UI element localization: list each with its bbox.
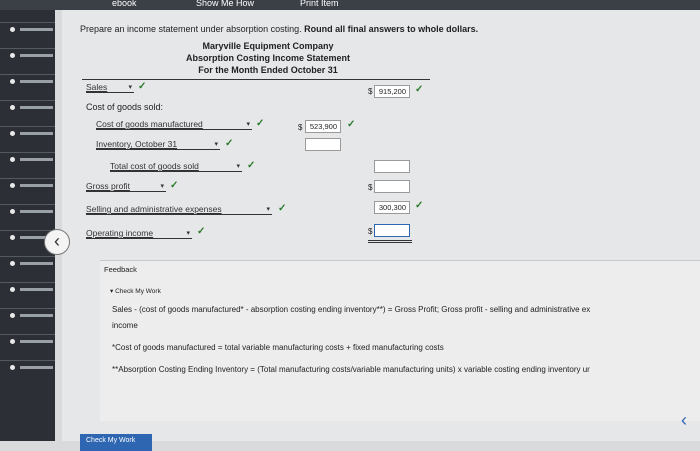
nav-item[interactable] <box>0 74 55 89</box>
inventory-amount-input[interactable] <box>305 138 341 151</box>
sales-amount-input[interactable]: 915,200 <box>374 85 410 98</box>
sales-dropdown[interactable]: Sales ▾ <box>86 82 134 93</box>
dropdown-arrow-icon: ▾ <box>236 163 240 170</box>
question-content: Prepare an income statement under absorp… <box>62 10 700 451</box>
dropdown-arrow-icon: ▾ <box>246 121 250 128</box>
dot-icon <box>10 183 15 188</box>
checkmark-icon: ✓ <box>415 200 424 211</box>
feedback-title: Feedback <box>104 265 137 274</box>
dropdown-arrow-icon: ▾ <box>128 84 132 91</box>
checkmark-icon: ✓ <box>197 226 206 237</box>
selling-admin-dropdown[interactable]: Selling and administrative expenses ▾ <box>86 204 272 215</box>
checkmark-icon: ✓ <box>347 119 356 130</box>
dot-icon <box>10 235 15 240</box>
checkmark-icon: ✓ <box>170 180 179 191</box>
dot-icon <box>10 79 15 84</box>
header-divider <box>82 79 430 80</box>
dot-icon <box>10 365 15 370</box>
check-my-work-button[interactable]: Check My Work <box>80 434 152 451</box>
dot-icon <box>10 27 15 32</box>
feedback-line-3: **Absorption Costing Ending Inventory = … <box>112 365 590 374</box>
checkmark-icon: ✓ <box>225 138 234 149</box>
nav-item[interactable] <box>0 256 55 271</box>
nav-item[interactable] <box>0 48 55 63</box>
nav-item[interactable] <box>0 126 55 141</box>
print-item-button[interactable]: Print Item <box>300 0 339 8</box>
nav-item[interactable] <box>0 360 55 375</box>
statement-title: Absorption Costing Income Statement <box>185 53 350 63</box>
nav-item[interactable] <box>0 22 55 37</box>
checkmark-icon: ✓ <box>415 84 424 95</box>
operating-income-amount-input[interactable] <box>374 224 410 237</box>
question-nav-sidebar <box>0 10 55 441</box>
total-cogs-dropdown[interactable]: Total cost of goods sold ▾ <box>110 161 242 172</box>
feedback-line-1: Sales - (cost of goods manufactured* - a… <box>112 305 591 314</box>
nav-item[interactable] <box>0 334 55 349</box>
dot-icon <box>10 313 15 318</box>
inventory-dropdown[interactable]: Inventory, October 31 ▾ <box>96 139 220 150</box>
dot-icon <box>10 157 15 162</box>
checkmark-icon: ✓ <box>278 203 287 214</box>
instructions: Prepare an income statement under absorp… <box>80 24 479 34</box>
nav-item[interactable] <box>0 100 55 115</box>
nav-item[interactable] <box>0 204 55 219</box>
checkmark-icon: ✓ <box>247 160 256 171</box>
statement-period: For the Month Ended October 31 <box>198 65 338 75</box>
nav-item[interactable] <box>0 308 55 323</box>
nav-item[interactable] <box>0 282 55 297</box>
ebook-tab[interactable]: ebook <box>112 0 137 8</box>
dot-icon <box>10 105 15 110</box>
nav-item[interactable] <box>0 152 55 167</box>
show-me-how-button[interactable]: Show Me How <box>196 0 254 8</box>
dot-icon <box>10 261 15 266</box>
feedback-line-1b: income <box>112 321 138 330</box>
cogm-dropdown[interactable]: Cost of goods manufactured ▾ <box>96 119 252 130</box>
checkmark-icon: ✓ <box>256 118 265 129</box>
gross-profit-amount-input[interactable] <box>374 180 410 193</box>
selling-admin-amount-input[interactable]: 300,300 <box>374 201 410 214</box>
cogm-amount-input[interactable]: 523,900 <box>305 120 341 133</box>
chevron-right-icon[interactable]: ‹ <box>681 410 687 431</box>
cogs-heading: Cost of goods sold: <box>86 102 164 112</box>
checkmark-icon: ✓ <box>138 81 147 92</box>
company-name: Maryville Equipment Company <box>202 41 334 51</box>
feedback-line-2: *Cost of goods manufactured = total vari… <box>112 343 444 352</box>
dot-icon <box>10 209 15 214</box>
operating-income-dropdown[interactable]: Operating income ▾ <box>86 228 192 239</box>
dot-icon <box>10 131 15 136</box>
dot-icon <box>10 53 15 58</box>
dot-icon <box>10 339 15 344</box>
gross-profit-dropdown[interactable]: Gross profit ▾ <box>86 181 166 192</box>
dropdown-arrow-icon: ▾ <box>266 206 270 213</box>
triangle-down-icon: ▾ <box>110 288 114 295</box>
check-my-work-toggle[interactable]: ▾ Check My Work <box>110 287 161 295</box>
top-toolbar: ebook Show Me How Print Item <box>0 0 700 10</box>
double-underline <box>368 242 412 243</box>
dot-icon <box>10 287 15 292</box>
dropdown-arrow-icon: ▾ <box>160 183 164 190</box>
dropdown-arrow-icon: ▾ <box>214 141 218 148</box>
total-cogs-amount-input[interactable] <box>374 160 410 173</box>
nav-item[interactable] <box>0 178 55 193</box>
dropdown-arrow-icon: ▾ <box>186 230 190 237</box>
chevron-left-icon[interactable]: ‹ <box>44 229 70 255</box>
double-underline <box>368 240 412 241</box>
feedback-panel: Feedback ▾ Check My Work Sales - (cost o… <box>100 260 700 421</box>
